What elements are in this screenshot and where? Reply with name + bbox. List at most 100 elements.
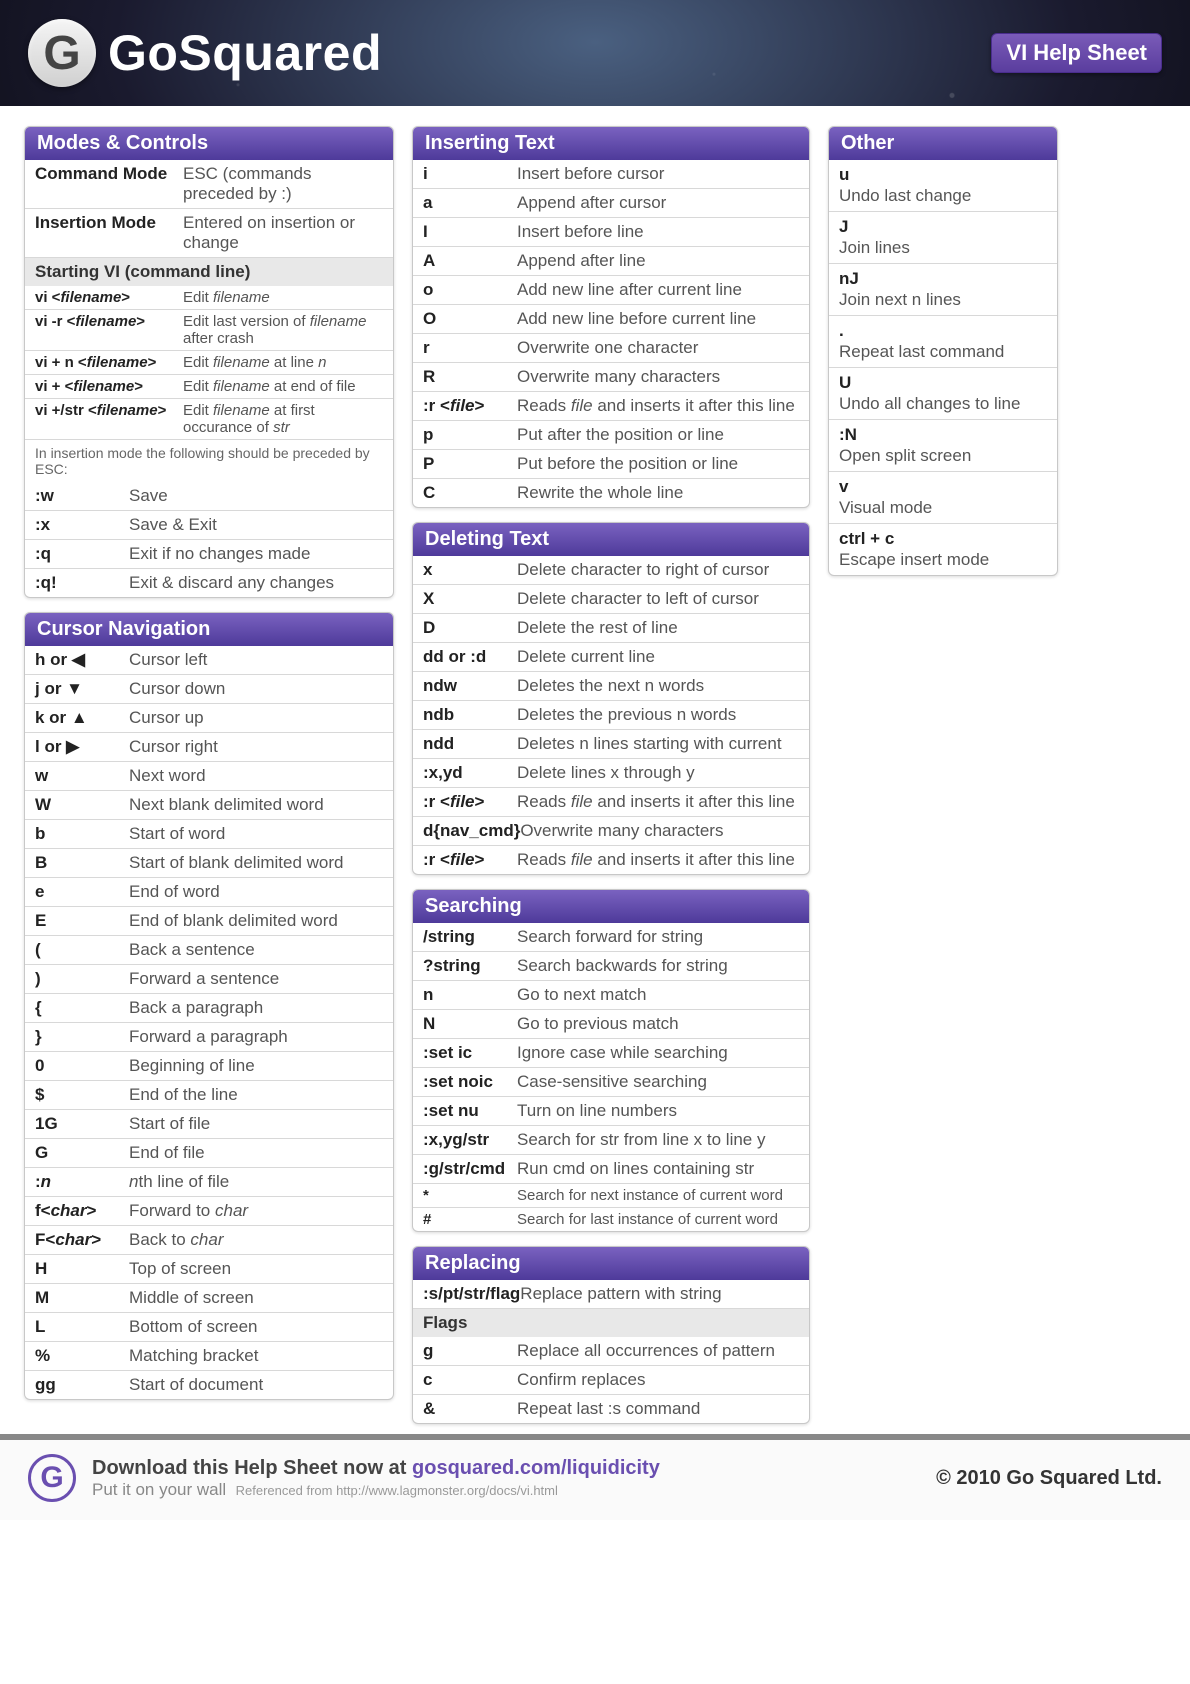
cmd-desc: Append after line: [517, 251, 646, 271]
cmd-row: JJoin lines: [829, 211, 1057, 263]
footer-text: Download this Help Sheet now at gosquare…: [92, 1457, 660, 1500]
cmd-desc: Start of file: [129, 1114, 210, 1134]
cmd-desc: Cursor up: [129, 708, 204, 728]
cmd-desc: Go to next match: [517, 985, 646, 1005]
cmd-key: nJ: [839, 269, 859, 289]
cmd-key: :set nu: [423, 1101, 517, 1121]
panel-cursor: Cursor Navigation h or ◀Cursor leftj or …: [24, 612, 394, 1400]
start-desc: Edit filename at end of file: [183, 378, 356, 395]
cmd-key: ctrl + c: [839, 529, 894, 549]
cmd-key: E: [35, 911, 129, 931]
cmd-row: OAdd new line before current line: [413, 304, 809, 333]
cmd-key: #: [423, 1211, 517, 1228]
cmd-key: w: [35, 766, 129, 786]
cmd-key: F<char>: [35, 1230, 129, 1250]
cmd-row: k or ▲Cursor up: [25, 703, 393, 732]
cmd-row: {Back a paragraph: [25, 993, 393, 1022]
header: G GoSquared VI Help Sheet: [0, 0, 1190, 106]
cmd-key: :x,yg/str: [423, 1130, 517, 1150]
cmd-desc: Add new line before current line: [517, 309, 756, 329]
cmd-row: ?stringSearch backwards for string: [413, 951, 809, 980]
cmd-desc: Reads file and inserts it after this lin…: [517, 396, 795, 416]
cmd-desc: Open split screen: [839, 446, 971, 466]
footer-link: gosquared.com/liquidicity: [412, 1457, 660, 1479]
cmd-key: x: [423, 560, 517, 580]
cmd-desc: Rewrite the whole line: [517, 483, 683, 503]
cmd-key: J: [839, 217, 848, 237]
cmd-row: DDelete the rest of line: [413, 613, 809, 642]
cmd-desc: Join lines: [839, 238, 910, 258]
modes-note: In insertion mode the following should b…: [25, 439, 393, 482]
cmd-key: i: [423, 164, 517, 184]
cmd-row: f<char>Forward to char: [25, 1196, 393, 1225]
cmd-key: G: [35, 1143, 129, 1163]
cmd-key: r: [423, 338, 517, 358]
cmd-key: :r <file>: [423, 850, 517, 870]
cmd-row: wNext word: [25, 761, 393, 790]
cmd-row: *Search for next instance of current wor…: [413, 1183, 809, 1207]
cmd-row: .Repeat last command: [829, 315, 1057, 367]
cmd-key: I: [423, 222, 517, 242]
footer-line1a: Download this Help Sheet now at: [92, 1457, 412, 1479]
cmd-row: gReplace all occurrences of pattern: [413, 1337, 809, 1365]
cmd-key: M: [35, 1288, 129, 1308]
cmd-desc: Bottom of screen: [129, 1317, 258, 1337]
panel-title: Inserting Text: [413, 127, 809, 160]
cmd-desc: Cursor left: [129, 650, 207, 670]
cmd-key: (: [35, 940, 129, 960]
cmd-row: :nnth line of file: [25, 1167, 393, 1196]
panel-title: Replacing: [413, 1247, 809, 1280]
cmd-row: aAppend after cursor: [413, 188, 809, 217]
cmd-desc: Case-sensitive searching: [517, 1072, 707, 1092]
start-desc: Edit filename: [183, 289, 270, 306]
cmd-row: :set icIgnore case while searching: [413, 1038, 809, 1067]
cmd-desc: Search backwards for string: [517, 956, 728, 976]
subhead-starting: Starting VI (command line): [25, 257, 393, 286]
cmd-desc: Deletes the next n words: [517, 676, 704, 696]
cmd-key: 0: [35, 1056, 129, 1076]
cmd-desc: Put before the position or line: [517, 454, 738, 474]
cmd-row: ROverwrite many characters: [413, 362, 809, 391]
cmd-row: UUndo all changes to line: [829, 367, 1057, 419]
cmd-key: 1G: [35, 1114, 129, 1134]
cmd-key: p: [423, 425, 517, 445]
panel-title: Searching: [413, 890, 809, 923]
cmd-key: d{nav_cmd}: [423, 821, 520, 841]
cmd-row: AAppend after line: [413, 246, 809, 275]
cmd-key: l or ▶: [35, 737, 129, 757]
start-key: vi + n <filename>: [35, 354, 183, 371]
cmd-desc: Add new line after current line: [517, 280, 742, 300]
panel-modes: Modes & Controls Command ModeESC (comman…: [24, 126, 394, 598]
cmd-key: :N: [839, 425, 857, 445]
cmd-row: IInsert before line: [413, 217, 809, 246]
cmd-row: d{nav_cmd}Overwrite many characters: [413, 816, 809, 845]
cmd-row: oAdd new line after current line: [413, 275, 809, 304]
cmd-row: (Back a sentence: [25, 935, 393, 964]
cmd-row: $End of the line: [25, 1080, 393, 1109]
panel-inserting: Inserting Text iInsert before cursoraApp…: [412, 126, 810, 508]
cmd-desc: Run cmd on lines containing str: [517, 1159, 754, 1179]
panel-searching: Searching /stringSearch forward for stri…: [412, 889, 810, 1232]
cmd-row: ndbDeletes the previous n words: [413, 700, 809, 729]
cmd-desc: Undo last change: [839, 186, 971, 206]
cmd-desc: Back to char: [129, 1230, 224, 1250]
cmd-key: .: [839, 321, 844, 341]
cmd-desc: End of word: [129, 882, 220, 902]
cmd-row: PPut before the position or line: [413, 449, 809, 478]
mode-key: Command Mode: [35, 164, 183, 184]
cmd-row: j or ▼Cursor down: [25, 674, 393, 703]
cmd-key: {: [35, 998, 129, 1018]
cmd-row: %Matching bracket: [25, 1341, 393, 1370]
cmd-row: 0Beginning of line: [25, 1051, 393, 1080]
cmd-desc: Repeat last command: [839, 342, 1004, 362]
cmd-key: g: [423, 1341, 517, 1361]
cmd-desc: Deletes n lines starting with current: [517, 734, 782, 754]
cmd-desc: Back a sentence: [129, 940, 255, 960]
subhead-flags: Flags: [413, 1308, 809, 1337]
cmd-key: :r <file>: [423, 396, 517, 416]
cmd-row: :r <file>Reads file and inserts it after…: [413, 845, 809, 874]
cmd-desc: Overwrite many characters: [520, 821, 723, 841]
cmd-desc: Confirm replaces: [517, 1370, 646, 1390]
cmd-key: ndb: [423, 705, 517, 725]
footer-ref: Referenced from http://www.lagmonster.or…: [236, 1483, 558, 1498]
